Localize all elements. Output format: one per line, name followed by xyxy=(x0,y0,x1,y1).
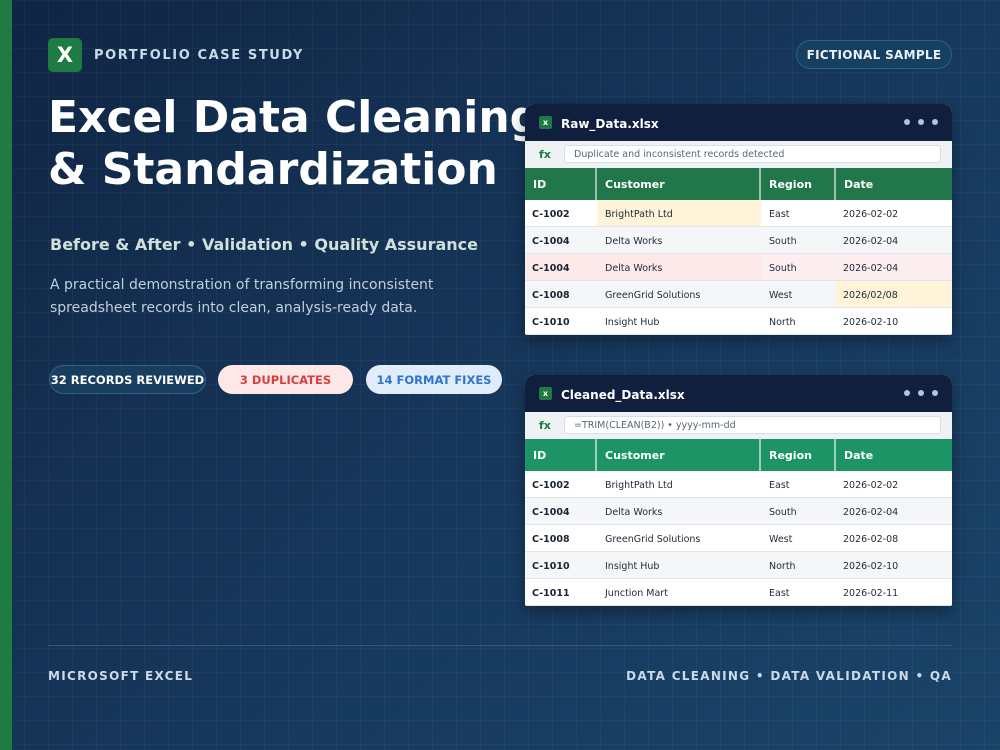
table-cell[interactable]: C-1010 xyxy=(525,552,597,578)
format-fixes-badge: 14 FORMAT FIXES xyxy=(366,365,502,394)
table-cell[interactable]: East xyxy=(761,579,836,605)
excel-file-icon: x xyxy=(539,387,552,400)
table-cell[interactable]: West xyxy=(761,281,836,307)
excel-file-icon: x xyxy=(539,116,552,129)
table-cell[interactable]: C-1011 xyxy=(525,579,597,605)
table-cell[interactable]: South xyxy=(761,254,836,280)
table-cell[interactable]: C-1010 xyxy=(525,308,597,334)
footer-divider xyxy=(48,645,952,646)
column-headers: ID Customer Region Date xyxy=(525,439,952,471)
table-cell[interactable]: East xyxy=(761,200,836,226)
table-row: C-1011 Junction Mart East 2026-02-11 xyxy=(525,579,952,606)
formula-bar: fx Duplicate and inconsistent records de… xyxy=(525,141,952,168)
title-line-1: Excel Data Cleaning xyxy=(48,92,542,143)
table-cell[interactable]: East xyxy=(761,471,836,497)
cleaned-data-window: x Cleaned_Data.xlsx fx =TRIM(CLEAN(B2)) … xyxy=(525,375,952,606)
table-cell[interactable]: 2026-02-04 xyxy=(836,254,952,280)
records-reviewed-badge: 32 RECORDS REVIEWED xyxy=(49,365,206,394)
column-header[interactable]: Date xyxy=(836,168,952,200)
column-header[interactable]: Region xyxy=(761,168,836,200)
table-cell[interactable]: Junction Mart xyxy=(597,579,761,605)
title-line-2: & Standardization xyxy=(48,144,498,195)
table-cell-flagged[interactable]: BrightPath Ltd xyxy=(597,200,761,226)
table-cell[interactable]: C-1008 xyxy=(525,281,597,307)
table-cell[interactable]: GreenGrid Solutions xyxy=(597,525,761,551)
table-row-duplicate: C-1004 Delta Works South 2026-02-04 xyxy=(525,254,952,281)
table-cell[interactable]: 2026-02-02 xyxy=(836,471,952,497)
table-cell[interactable]: 2026-02-04 xyxy=(836,227,952,253)
eyebrow-label: PORTFOLIO CASE STUDY xyxy=(94,48,304,63)
column-header[interactable]: Customer xyxy=(597,168,761,200)
window-titlebar: x Raw_Data.xlsx xyxy=(525,104,952,141)
table-cell[interactable]: North xyxy=(761,308,836,334)
window-titlebar: x Cleaned_Data.xlsx xyxy=(525,375,952,412)
table-cell[interactable]: 2026-02-10 xyxy=(836,552,952,578)
column-header[interactable]: ID xyxy=(525,439,597,471)
table-cell[interactable]: C-1004 xyxy=(525,227,597,253)
table-cell[interactable]: C-1004 xyxy=(525,254,597,280)
table-cell[interactable]: C-1004 xyxy=(525,498,597,524)
table-row: C-1002 BrightPath Ltd East 2026-02-02 xyxy=(525,471,952,498)
table-cell[interactable]: Delta Works xyxy=(597,254,761,280)
footer-tool-label: MICROSOFT EXCEL xyxy=(48,669,194,683)
table-cell[interactable]: North xyxy=(761,552,836,578)
description: A practical demonstration of transformin… xyxy=(50,277,434,316)
table-cell[interactable]: Delta Works xyxy=(597,227,761,253)
table-cell[interactable]: 2026-02-11 xyxy=(836,579,952,605)
column-headers: ID Customer Region Date xyxy=(525,168,952,200)
formula-input[interactable]: =TRIM(CLEAN(B2)) • yyyy-mm-dd xyxy=(564,416,941,434)
column-header[interactable]: Region xyxy=(761,439,836,471)
column-header[interactable]: Date xyxy=(836,439,952,471)
table-cell[interactable]: Insight Hub xyxy=(597,308,761,334)
footer-skills-label: DATA CLEANING • DATA VALIDATION • QA xyxy=(626,669,952,683)
column-header[interactable]: ID xyxy=(525,168,597,200)
subtitle: Before & After • Validation • Quality As… xyxy=(50,235,478,254)
fx-icon: fx xyxy=(539,148,551,161)
table-cell[interactable]: 2026-02-10 xyxy=(836,308,952,334)
table-cell[interactable]: Insight Hub xyxy=(597,552,761,578)
table-cell[interactable]: South xyxy=(761,227,836,253)
fx-icon: fx xyxy=(539,419,551,432)
fictional-sample-badge: FICTIONAL SAMPLE xyxy=(796,40,952,69)
raw-data-window: x Raw_Data.xlsx fx Duplicate and inconsi… xyxy=(525,104,952,335)
table-cell[interactable]: West xyxy=(761,525,836,551)
table-cell[interactable]: South xyxy=(761,498,836,524)
table-row: C-1008 GreenGrid Solutions West 2026/02/… xyxy=(525,281,952,308)
table-cell[interactable]: 2026-02-08 xyxy=(836,525,952,551)
table-cell[interactable]: GreenGrid Solutions xyxy=(597,281,761,307)
table-cell[interactable]: C-1002 xyxy=(525,471,597,497)
table-row: C-1010 Insight Hub North 2026-02-10 xyxy=(525,552,952,579)
table-row: C-1004 Delta Works South 2026-02-04 xyxy=(525,498,952,525)
formula-input[interactable]: Duplicate and inconsistent records detec… xyxy=(564,145,941,163)
window-menu-dots-icon[interactable] xyxy=(904,390,938,396)
table-row: C-1004 Delta Works South 2026-02-04 xyxy=(525,227,952,254)
table-cell[interactable]: C-1008 xyxy=(525,525,597,551)
table-cell-flagged[interactable]: 2026/02/08 xyxy=(836,281,952,307)
table-row: C-1002 BrightPath Ltd East 2026-02-02 xyxy=(525,200,952,227)
accent-bar xyxy=(0,0,12,750)
table-cell[interactable]: Delta Works xyxy=(597,498,761,524)
table-cell[interactable]: C-1002 xyxy=(525,200,597,226)
file-name: Cleaned_Data.xlsx xyxy=(561,388,685,402)
table-cell[interactable]: BrightPath Ltd xyxy=(597,471,761,497)
window-menu-dots-icon[interactable] xyxy=(904,119,938,125)
excel-logo-icon: X xyxy=(48,38,82,72)
file-name: Raw_Data.xlsx xyxy=(561,117,659,131)
page-title: Excel Data Cleaning & Standardization xyxy=(48,92,548,196)
formula-bar: fx =TRIM(CLEAN(B2)) • yyyy-mm-dd xyxy=(525,412,952,439)
table-cell[interactable]: 2026-02-02 xyxy=(836,200,952,226)
duplicates-badge: 3 DUPLICATES xyxy=(218,365,353,394)
column-header[interactable]: Customer xyxy=(597,439,761,471)
table-cell[interactable]: 2026-02-04 xyxy=(836,498,952,524)
table-row: C-1008 GreenGrid Solutions West 2026-02-… xyxy=(525,525,952,552)
table-row: C-1010 Insight Hub North 2026-02-10 xyxy=(525,308,952,335)
